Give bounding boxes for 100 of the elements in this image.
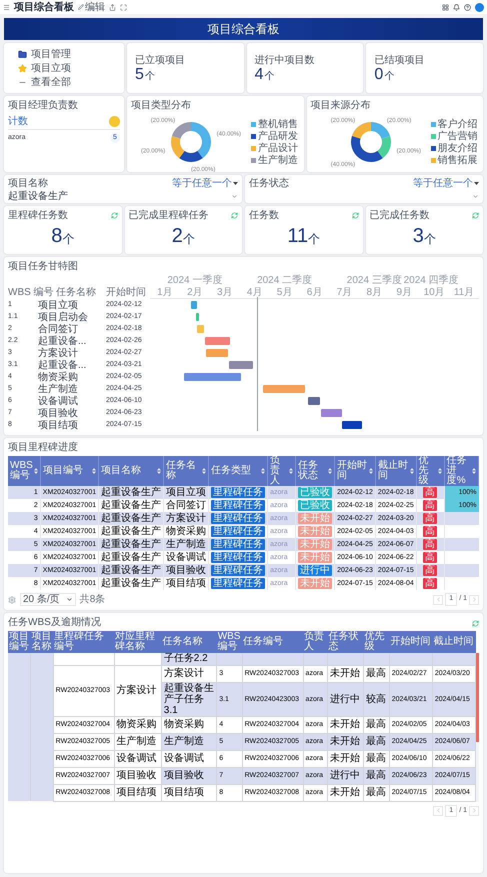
legend-swatch-icon [251,158,256,162]
column-header[interactable]: 任务名称 [164,456,209,486]
column-header[interactable]: 负责人 [303,631,328,653]
column-header[interactable]: 任务类型 [208,456,268,486]
column-header[interactable]: 开始时间 [389,631,432,653]
previous-page-button[interactable] [433,806,444,816]
refresh-icon[interactable] [472,212,479,219]
metric-value: 11 [287,224,308,246]
metric-value: 3 [412,224,424,246]
chevron-down-icon [66,596,73,603]
settings-icon[interactable] [8,596,16,604]
column-header[interactable]: 负责人 [268,456,296,486]
legend-swatch-icon [251,146,256,150]
month-label: 4月 [246,287,262,298]
column-header[interactable]: 项目编号 [8,631,31,653]
help-icon[interactable] [464,4,471,10]
legend-swatch-icon [430,146,436,150]
operator-dropdown[interactable]: 等于任意一个 [172,178,238,189]
table-cell: 未开始 [330,753,360,764]
table-cell: 未开始 [330,787,360,798]
next-page-button[interactable] [469,806,479,816]
menu-item[interactable]: 查看全部 [18,76,124,88]
menu-icon[interactable] [3,4,10,10]
fullscreen-icon[interactable] [120,4,127,10]
stat-value: 0 [374,66,384,84]
stat-value: 5 [135,66,144,84]
stat-label: 已立项项目 [135,55,186,66]
grid-icon[interactable] [442,4,449,10]
column-header[interactable]: 项目名称 [98,456,164,486]
column-header[interactable]: 截止时间 [432,631,476,653]
table-cell: 起重设备生产 [98,525,164,538]
refresh-icon[interactable] [231,212,238,219]
edit-button[interactable]: 编辑 [78,2,105,12]
column-header[interactable]: 里程碑任务编号 [53,631,114,653]
stat-unit: 个 [384,70,394,84]
sort-icon [289,468,294,474]
column-header[interactable]: 项目名称 [30,631,54,653]
filter-select[interactable]: 起重设备生产 [8,190,238,202]
column-header[interactable]: WBS编号 [216,631,242,653]
month-label: 6月 [306,287,322,298]
column-header[interactable]: 截止时间 [375,456,416,486]
column-header[interactable]: 对应里程碑名称 [114,631,162,653]
notification-icon[interactable] [453,4,460,10]
avatar[interactable] [475,2,484,12]
column-header[interactable]: 任务状态 [328,631,364,653]
column-header[interactable]: 项目编号 [40,456,99,486]
table-cell: 未开始 [330,736,360,747]
legend-swatch-icon [251,122,256,126]
column-header[interactable]: 优先级 [364,631,390,653]
page-size-select[interactable]: 20 条/页 [20,593,76,606]
table-cell-text: 起重设备... [38,360,88,370]
table-cell-text: 项目结项 [38,420,79,430]
table-cell: 合同签订 [164,499,209,512]
sort-icon [438,468,442,474]
metric-value: 8 [51,224,62,246]
page-title: 项目综合看板 [14,2,74,12]
table-cell: 起重设备生产 [98,551,164,564]
column-header[interactable]: 任务编号 [242,631,304,653]
sort-icon [472,468,476,474]
star-icon [18,64,27,72]
column-header[interactable]: WBS编号 [8,456,40,486]
next-page-button[interactable] [469,594,479,604]
type-badge: 里程碑任务 [211,486,266,498]
table-cell: 生产制造 [116,736,157,747]
metric-unit: 个 [182,230,195,248]
table-cell-text: 项目立项 [38,300,79,310]
table-cell: 方案设计 [116,685,157,696]
sort-icon [157,468,162,474]
month-label: 8月 [366,287,382,298]
column-header[interactable]: 开始时间 [334,456,376,486]
priority-badge: 高 [423,500,438,510]
table-cell-text: 项目启动会 [38,312,89,322]
sort-badge-icon [109,116,120,127]
metric-unit: 个 [308,230,320,248]
type-badge: 里程碑任务 [211,578,266,588]
chevron-left-icon [434,596,442,603]
table-cell-text: 设备调试 [38,396,79,406]
column-header[interactable]: 任务进度% [444,456,478,486]
banner-title: 项目综合看板 [208,21,280,38]
share-icon[interactable] [109,4,116,10]
status-badge: 未开始 [298,552,332,562]
priority-badge: 高 [423,512,438,524]
chevron-down-icon [231,192,238,200]
refresh-icon[interactable] [110,212,118,219]
metric-unit: 个 [424,230,436,248]
refresh-icon[interactable] [352,212,358,219]
legend-label: 生产制造 [258,154,298,166]
column-header[interactable]: 任务名称 [161,631,217,653]
table-cell-text: 方案设计 [38,348,79,358]
status-badge: 未开始 [298,578,332,588]
menu-item[interactable]: 项目管理 [18,48,124,60]
previous-page-button[interactable] [433,594,444,604]
operator-dropdown[interactable]: 等于任意一个 [413,178,479,189]
stat-value: 4 [254,66,264,84]
menu-item[interactable]: 项目立项 [18,62,124,74]
refresh-icon[interactable] [472,620,479,626]
metric-value: 2 [172,224,183,246]
column-header[interactable]: 任务状态 [296,456,335,486]
status-badge: 进行中 [298,564,332,576]
legend-label: 客户介绍 [438,118,478,130]
